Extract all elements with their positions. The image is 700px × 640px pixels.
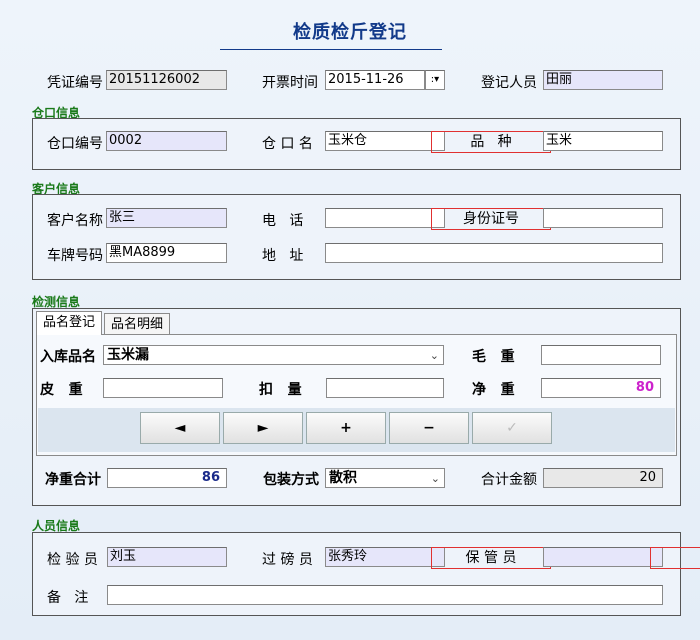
voucher-field[interactable]: 20151126002 bbox=[106, 70, 227, 90]
net-field[interactable]: 80 bbox=[541, 378, 661, 398]
amount-field[interactable]: 20 bbox=[543, 468, 663, 488]
variety-field[interactable]: 玉米 bbox=[543, 131, 663, 151]
net-label: 净 重 bbox=[472, 382, 515, 398]
delete-button[interactable]: − bbox=[389, 412, 469, 444]
customer-name-label: 客户名称 bbox=[47, 213, 103, 229]
phone-label: 电 话 bbox=[262, 213, 304, 229]
keeper-field[interactable] bbox=[543, 547, 663, 567]
voucher-label: 凭证编号 bbox=[47, 75, 103, 91]
remark-label: 备 注 bbox=[47, 590, 89, 606]
bill-time-field[interactable]: 2015-11-26 bbox=[325, 70, 425, 90]
tab-product-detail[interactable]: 品名明细 bbox=[104, 313, 170, 335]
keeper-label: 保 管 员 bbox=[431, 547, 551, 569]
variety-label: 品 种 bbox=[431, 131, 551, 153]
next-button[interactable]: ► bbox=[223, 412, 303, 444]
packing-select[interactable]: 散积 ⌄ bbox=[325, 468, 445, 488]
warehouse-name-field[interactable]: 玉米仓 bbox=[325, 131, 445, 151]
keeper-highlight-box bbox=[650, 547, 700, 569]
deduct-label: 扣 量 bbox=[259, 382, 302, 398]
net-total-label: 净重合计 bbox=[45, 472, 101, 488]
customer-name-field[interactable]: 张三 bbox=[106, 208, 227, 228]
confirm-button[interactable]: ✓ bbox=[472, 412, 552, 444]
gross-field[interactable] bbox=[541, 345, 661, 365]
address-field[interactable] bbox=[325, 243, 663, 263]
product-select-value: 玉米漏 bbox=[107, 347, 149, 363]
warehouse-name-label: 仓 口 名 bbox=[262, 136, 313, 152]
product-label: 入库品名 bbox=[40, 349, 96, 365]
inspector-label: 检 验 员 bbox=[47, 552, 98, 568]
chevron-down-icon: ⌄ bbox=[429, 349, 439, 362]
tare-field[interactable] bbox=[103, 378, 223, 398]
id-label: 身份证号 bbox=[431, 208, 551, 230]
net-total-field[interactable]: 86 bbox=[107, 468, 227, 488]
add-button[interactable]: + bbox=[306, 412, 386, 444]
prev-button[interactable]: ◄ bbox=[140, 412, 220, 444]
customer-group bbox=[32, 194, 681, 280]
inspector-field[interactable]: 刘玉 bbox=[107, 547, 227, 567]
bill-time-label: 开票时间 bbox=[262, 75, 318, 91]
packing-select-value: 散积 bbox=[329, 470, 357, 486]
chevron-down-icon: ⌄ bbox=[430, 472, 440, 485]
registrar-label: 登记人员 bbox=[481, 75, 537, 91]
packing-label: 包装方式 bbox=[263, 472, 319, 488]
date-dropdown-icon[interactable]: :▾ bbox=[425, 70, 445, 90]
gross-label: 毛 重 bbox=[472, 349, 515, 365]
warehouse-no-field[interactable]: 0002 bbox=[106, 131, 227, 151]
tab-product-register[interactable]: 品名登记 bbox=[36, 311, 102, 335]
tare-label: 皮 重 bbox=[40, 382, 83, 398]
id-field[interactable] bbox=[543, 208, 663, 228]
warehouse-no-label: 仓口编号 bbox=[47, 136, 103, 152]
page-title: 检质检斤登记 bbox=[293, 22, 407, 43]
registrar-field[interactable]: 田丽 bbox=[543, 70, 663, 90]
product-select[interactable]: 玉米漏 ⌄ bbox=[103, 345, 444, 365]
weigher-field[interactable]: 张秀玲 bbox=[325, 547, 445, 567]
phone-field[interactable] bbox=[325, 208, 445, 228]
amount-label: 合计金额 bbox=[481, 472, 537, 488]
address-label: 地 址 bbox=[262, 248, 304, 264]
deduct-field[interactable] bbox=[326, 378, 444, 398]
weigher-label: 过 磅 员 bbox=[262, 552, 313, 568]
remark-field[interactable] bbox=[107, 585, 663, 605]
title-underline bbox=[220, 49, 442, 50]
plate-field[interactable]: 黑MA8899 bbox=[106, 243, 227, 263]
plate-label: 车牌号码 bbox=[47, 248, 103, 264]
